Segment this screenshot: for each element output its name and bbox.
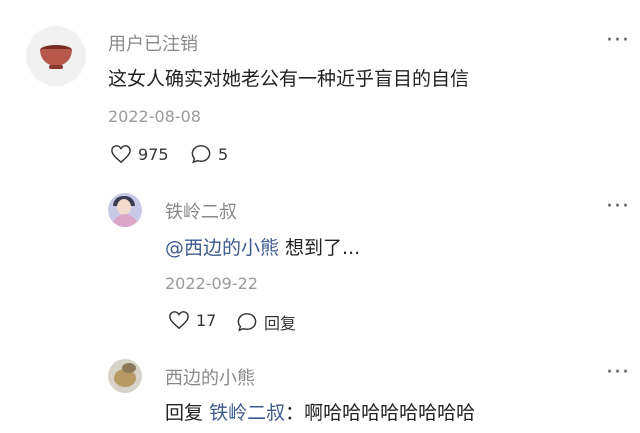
reply-label: 回复 — [264, 314, 297, 333]
more-options-icon[interactable]: ··· — [606, 30, 630, 52]
avatar[interactable] — [108, 359, 142, 393]
comment-username[interactable]: 铁岭二叔 — [165, 198, 237, 224]
comment-text: 回复 铁岭二叔：啊哈哈哈哈哈哈哈哈 — [165, 398, 475, 425]
comment-date: 2022-08-08 — [108, 107, 201, 126]
comment-text: @西边的小熊 想到了... — [165, 233, 360, 260]
avatar[interactable] — [26, 26, 86, 86]
comment-username[interactable]: 西边的小熊 — [165, 364, 255, 390]
comment-date: 2022-09-22 — [165, 274, 258, 293]
comment-text: 这女人确实对她老公有一种近乎盲目的自信 — [108, 68, 470, 90]
more-options-icon[interactable]: ··· — [606, 362, 630, 384]
heart-icon — [169, 311, 189, 330]
comment-body: 想到了... — [279, 237, 361, 259]
reply-prefix: 回复 — [165, 402, 204, 424]
like-count: 975 — [138, 144, 169, 164]
like-button[interactable]: 975 — [110, 144, 169, 164]
mention-link[interactable]: @西边的小熊 — [165, 237, 279, 259]
avatar[interactable] — [108, 193, 142, 227]
comment-bubble-icon — [191, 145, 211, 164]
like-button[interactable]: 17 — [168, 310, 216, 330]
reply-button[interactable]: 回复 — [236, 310, 296, 334]
comment-username[interactable]: 用户已注销 — [108, 30, 198, 56]
more-options-icon[interactable]: ··· — [606, 196, 630, 218]
heart-icon — [111, 145, 131, 164]
reply-to-user[interactable]: 铁岭二叔 — [209, 402, 285, 424]
reply-button[interactable]: 5 — [190, 144, 228, 164]
comment-bubble-icon — [237, 313, 257, 332]
comment-body: 啊哈哈哈哈哈哈哈哈 — [304, 402, 476, 424]
reply-separator: ： — [285, 402, 305, 424]
reply-count: 5 — [218, 144, 229, 164]
like-count: 17 — [196, 310, 217, 330]
